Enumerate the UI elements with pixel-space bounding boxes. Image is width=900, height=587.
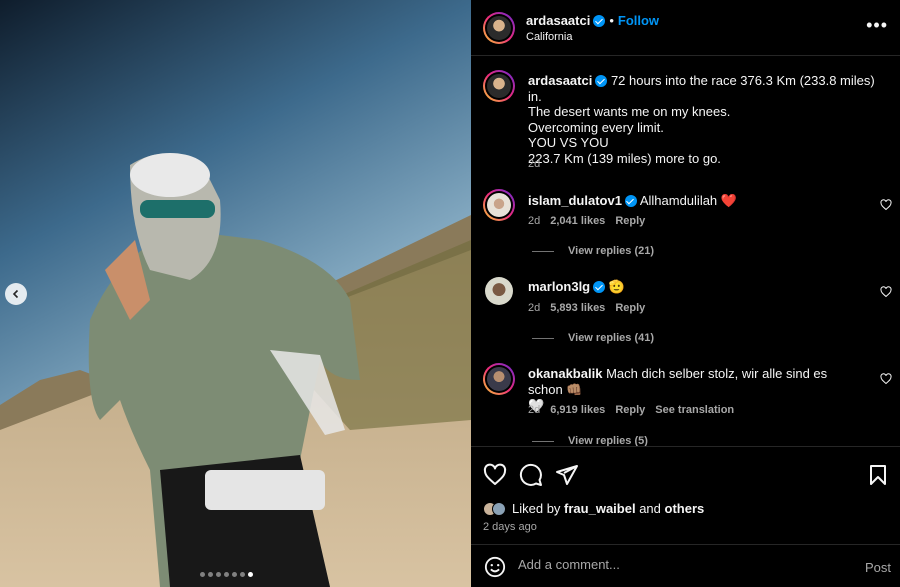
caption-line: 223.7 Km (139 miles) more to go.	[528, 150, 721, 166]
location-link[interactable]: California	[526, 31, 572, 43]
carousel-indicator	[200, 572, 253, 577]
carousel-dot	[208, 572, 213, 577]
view-replies-button[interactable]: View replies (41)	[532, 332, 654, 344]
comment-username[interactable]: islam_dulatov1	[528, 193, 622, 208]
comment-meta: 2d 5,893 likes Reply	[528, 302, 645, 314]
share-send-icon[interactable]	[555, 463, 579, 487]
post-photo	[0, 0, 471, 587]
verified-badge-icon	[624, 195, 637, 207]
reply-button[interactable]: Reply	[615, 215, 645, 227]
comment-time[interactable]: 2d	[528, 302, 540, 314]
comment-like-icon[interactable]	[880, 286, 892, 298]
view-replies-label: View replies (41)	[568, 332, 655, 344]
carousel-prev-button[interactable]	[5, 283, 27, 305]
comment-username[interactable]: marlon3lg	[528, 279, 590, 294]
more-options-icon[interactable]: •••	[866, 16, 888, 34]
liked-by-and: and	[639, 501, 661, 516]
comments-list[interactable]: ardasaatci 72 hours into the race 376.3 …	[471, 56, 900, 447]
comment-avatar[interactable]	[483, 189, 515, 221]
author-username[interactable]: ardasaatci	[526, 13, 590, 28]
author-avatar[interactable]	[483, 12, 515, 44]
carousel-dot	[216, 572, 221, 577]
reply-button[interactable]: Reply	[615, 404, 645, 416]
comment-time[interactable]: 2d	[528, 215, 540, 227]
heart-emoji: ❤️	[720, 193, 737, 208]
comment-composer: Post	[471, 544, 900, 587]
liker-avatar[interactable]	[492, 501, 506, 516]
view-replies-button[interactable]: View replies (21)	[532, 245, 654, 257]
chevron-left-icon	[12, 289, 19, 299]
view-replies-label: View replies (21)	[568, 245, 655, 257]
comment-time[interactable]: 2d	[528, 404, 540, 416]
comment-meta: 2d 2,041 likes Reply	[528, 215, 645, 227]
post-side-panel: ardasaatci • Follow California ••• ardasaa…	[471, 0, 900, 587]
liked-by-prefix: Liked by	[512, 501, 561, 516]
caption-line: Overcoming every limit.	[528, 119, 664, 135]
post-actions: Liked by frau_waibel and others 2 days a…	[471, 446, 900, 544]
verified-badge-icon	[595, 75, 608, 87]
comment-bubble-icon[interactable]	[519, 463, 543, 487]
comment-like-icon[interactable]	[880, 199, 892, 211]
caption-line: The desert wants me on my knees.	[528, 104, 731, 119]
post-date[interactable]: 2 days ago	[483, 521, 537, 533]
caption-avatar[interactable]	[483, 70, 515, 102]
carousel-dot-active	[248, 572, 253, 577]
comment-likes[interactable]: 2,041 likes	[550, 215, 605, 227]
emoji-icon[interactable]	[484, 556, 506, 578]
comment-body: marlon3lg 🫡	[528, 279, 858, 295]
comment-likes[interactable]: 5,893 likes	[550, 302, 605, 314]
reply-button[interactable]: Reply	[615, 302, 645, 314]
liked-by: Liked by frau_waibel and others	[483, 501, 704, 516]
comment-input[interactable]	[518, 557, 838, 572]
comment-avatar[interactable]	[483, 363, 515, 395]
verified-badge-icon	[593, 281, 606, 293]
comment-avatar[interactable]	[485, 277, 513, 305]
comment-like-icon[interactable]	[880, 373, 892, 385]
separator-dot: •	[609, 13, 614, 28]
comment-meta: 2d 6,919 likes Reply See translation	[528, 404, 734, 416]
caption-username[interactable]: ardasaatci	[528, 73, 592, 88]
caption-line: YOU VS YOU	[528, 135, 609, 150]
caption-time[interactable]: 2d	[528, 158, 540, 170]
post-header: ardasaatci • Follow California •••	[471, 0, 900, 56]
comment-likes[interactable]: 6,919 likes	[550, 404, 605, 416]
save-bookmark-icon[interactable]	[866, 463, 890, 487]
verified-badge-icon	[593, 15, 606, 27]
fist-emoji: 👊🏽	[566, 382, 583, 397]
carousel-dot	[240, 572, 245, 577]
comment-username[interactable]: okanakbalik	[528, 366, 602, 381]
carousel-dot	[232, 572, 237, 577]
liked-by-user[interactable]: frau_waibel	[564, 501, 636, 516]
liked-by-others[interactable]: others	[665, 501, 705, 516]
carousel-dot	[224, 572, 229, 577]
comment-body: islam_dulatov1 Allhamdulilah ❤️	[528, 193, 858, 209]
follow-button[interactable]: Follow	[618, 13, 659, 28]
like-heart-icon[interactable]	[483, 463, 507, 487]
post-media[interactable]	[0, 0, 471, 587]
post-caption: ardasaatci 72 hours into the race 376.3 …	[528, 73, 888, 166]
carousel-dot	[200, 572, 205, 577]
salute-emoji: 🫡	[608, 279, 625, 294]
see-translation-button[interactable]: See translation	[655, 404, 734, 416]
post-button[interactable]: Post	[865, 560, 891, 575]
comment-text: Allhamdulilah	[639, 193, 718, 208]
